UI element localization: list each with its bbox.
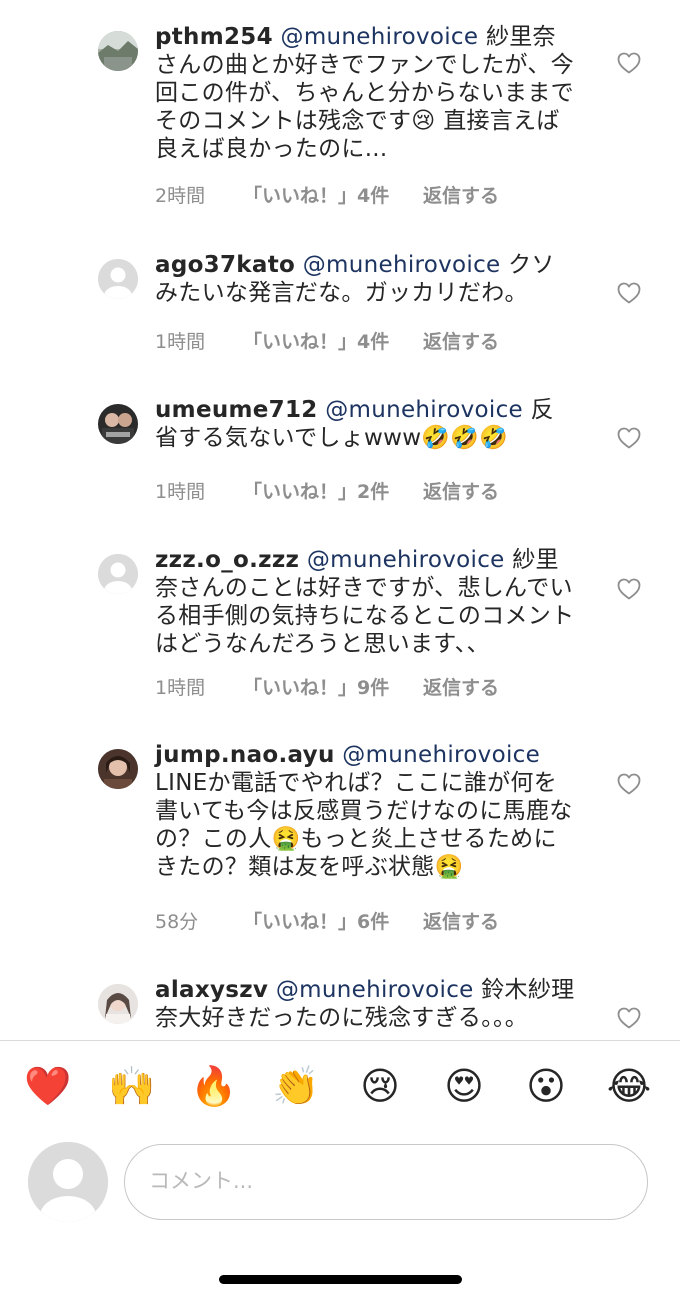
commenter-avatar[interactable]: [98, 31, 138, 71]
comments-screen: pthm254 @munehirovoice 紗里奈さんの曲とか好きでファンでし…: [0, 0, 680, 1299]
comment-text: jump.nao.ayu @munehirovoice LINEか電話でやれば？…: [155, 741, 575, 881]
heart-outline-icon[interactable]: [617, 578, 641, 600]
comment-likes-count[interactable]: 「いいね！」2件: [243, 477, 423, 504]
reply-button[interactable]: 返信する: [423, 327, 499, 354]
comment-time: 1時間: [155, 331, 206, 353]
home-indicator[interactable]: [219, 1275, 462, 1284]
comment-composer: コメント...: [0, 1142, 680, 1226]
comment-username[interactable]: zzz.o_o.zzz: [155, 547, 299, 573]
heart-outline-icon[interactable]: [617, 52, 641, 74]
comment-mention[interactable]: @munehirovoice: [276, 977, 474, 1003]
emoji-reaction-button[interactable]: 👏: [272, 1062, 320, 1110]
comment-mention[interactable]: @munehirovoice: [303, 252, 501, 278]
comment-text: umeume712 @munehirovoice 反省する気ないでしょwww🤣🤣…: [155, 396, 575, 452]
comment-likes-count[interactable]: 「いいね！」6件: [243, 907, 423, 934]
reply-button[interactable]: 返信する: [423, 477, 499, 504]
commenter-avatar[interactable]: [98, 554, 138, 594]
comment-username[interactable]: umeume712: [155, 397, 318, 423]
emoji-quick-reactions: ❤️ 🙌 🔥 👏 😢 😍 😮 😂: [0, 1062, 680, 1114]
comment-item: zzz.o_o.zzz @munehirovoice 紗里奈さんのことは好きです…: [0, 547, 680, 754]
comment-item: jump.nao.ayu @munehirovoice LINEか電話でやれば？…: [0, 742, 680, 949]
heart-outline-icon[interactable]: [617, 1007, 641, 1029]
comment-likes-count[interactable]: 「いいね！」4件: [243, 181, 423, 208]
comment-item: pthm254 @munehirovoice 紗里奈さんの曲とか好きでファンでし…: [0, 24, 680, 231]
comment-text: pthm254 @munehirovoice 紗里奈さんの曲とか好きでファンでし…: [155, 23, 575, 163]
comment-text: alaxyszv @munehirovoice 鈴木紗理奈大好きだったのに残念す…: [155, 976, 575, 1032]
comment-mention[interactable]: @munehirovoice: [307, 547, 505, 573]
comment-mention[interactable]: @munehirovoice: [325, 397, 523, 423]
comment-item: alaxyszv @munehirovoice 鈴木紗理奈大好きだったのに残念す…: [0, 977, 680, 1040]
comment-time: 1時間: [155, 481, 206, 503]
comment-time: 1時間: [155, 677, 206, 699]
heart-outline-icon[interactable]: [617, 282, 641, 304]
comment-time: 2時間: [155, 185, 206, 207]
emoji-reaction-button[interactable]: 😍: [440, 1062, 488, 1110]
commenter-avatar[interactable]: [98, 984, 138, 1024]
heart-outline-icon[interactable]: [617, 773, 641, 795]
comment-mention[interactable]: @munehirovoice: [281, 24, 479, 50]
comment-text: ago37kato @munehirovoice クソみたいな発言だな。ガッカリ…: [155, 251, 575, 307]
comment-likes-count[interactable]: 「いいね！」9件: [243, 673, 423, 700]
comment-body: LINEか電話でやれば？ここに誰が何を書いても今は反感買うだけなのに馬鹿なの？こ…: [155, 770, 573, 880]
comment-meta: 2時間 「いいね！」4件 返信する: [155, 181, 499, 208]
emoji-reaction-button[interactable]: 😂: [605, 1062, 653, 1110]
comment-input[interactable]: コメント...: [124, 1144, 648, 1220]
comment-time: 58分: [155, 911, 199, 933]
commenter-avatar[interactable]: [98, 749, 138, 789]
my-avatar: [28, 1142, 108, 1222]
divider: [0, 1040, 680, 1041]
comment-username[interactable]: jump.nao.ayu: [155, 742, 335, 768]
reply-button[interactable]: 返信する: [423, 673, 499, 700]
comment-meta: 1時間 「いいね！」2件 返信する: [155, 477, 499, 504]
comment-likes-count[interactable]: 「いいね！」4件: [243, 327, 423, 354]
comment-text: zzz.o_o.zzz @munehirovoice 紗里奈さんのことは好きです…: [155, 546, 575, 658]
emoji-reaction-button[interactable]: ❤️: [24, 1062, 72, 1110]
emoji-reaction-button[interactable]: 😢: [356, 1062, 404, 1110]
emoji-reaction-button[interactable]: 🙌: [108, 1062, 156, 1110]
comment-username[interactable]: alaxyszv: [155, 977, 268, 1003]
reply-button[interactable]: 返信する: [423, 907, 499, 934]
comment-username[interactable]: pthm254: [155, 24, 273, 50]
comment-meta: 1時間 「いいね！」4件 返信する: [155, 327, 499, 354]
comment-mention[interactable]: @munehirovoice: [342, 742, 540, 768]
reply-button[interactable]: 返信する: [423, 181, 499, 208]
comments-list: pthm254 @munehirovoice 紗里奈さんの曲とか好きでファンでし…: [0, 0, 680, 1040]
comment-username[interactable]: ago37kato: [155, 252, 295, 278]
emoji-reaction-button[interactable]: 🔥: [190, 1062, 238, 1110]
heart-outline-icon[interactable]: [617, 427, 641, 449]
emoji-reaction-button[interactable]: 😮: [522, 1062, 570, 1110]
commenter-avatar[interactable]: [98, 259, 138, 299]
user-silhouette-icon: [28, 1142, 108, 1222]
comment-meta: 58分 「いいね！」6件 返信する: [155, 907, 499, 934]
comment-meta: 1時間 「いいね！」9件 返信する: [155, 673, 499, 700]
commenter-avatar[interactable]: [98, 404, 138, 444]
